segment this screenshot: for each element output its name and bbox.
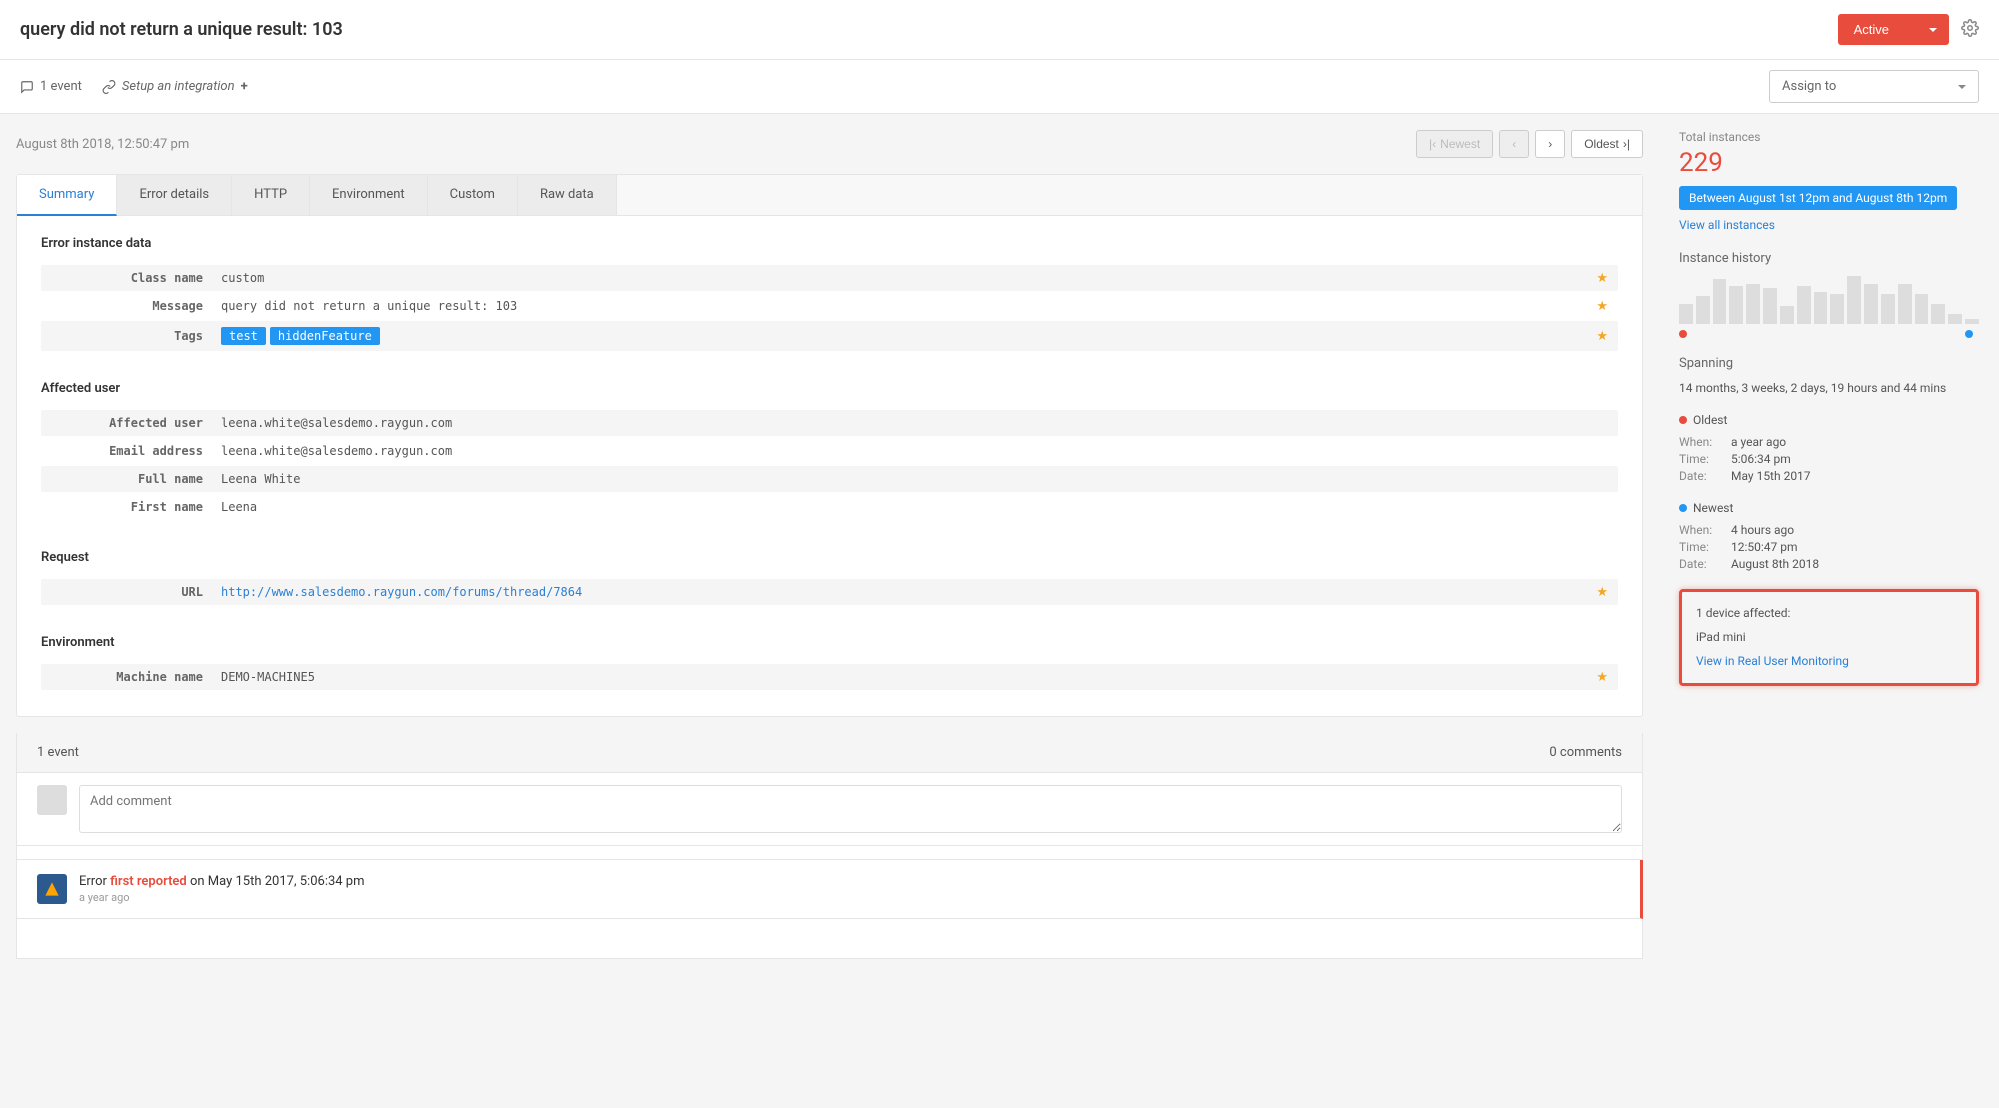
- tab-http[interactable]: HTTP: [232, 175, 310, 215]
- comment-box: [16, 773, 1643, 846]
- event-first-reported: Error first reported on May 15th 2017, 5…: [16, 860, 1643, 919]
- row-affected-user: Affected user leena.white@salesdemo.rayg…: [41, 410, 1618, 436]
- device-item: iPad mini: [1696, 630, 1962, 644]
- status-dropdown[interactable]: Active: [1838, 14, 1949, 45]
- next-button[interactable]: ›: [1535, 130, 1565, 158]
- histogram-bar: [1763, 288, 1777, 324]
- events-count: 1 event: [37, 745, 79, 760]
- dot-blue-icon: [1679, 504, 1687, 512]
- plus-icon: +: [241, 79, 248, 94]
- star-icon[interactable]: ★: [1596, 299, 1608, 314]
- row-full-name: Full name Leena White: [41, 466, 1618, 492]
- row-first-name: First name Leena: [41, 494, 1618, 520]
- devices-label: 1 device affected:: [1696, 606, 1962, 620]
- devices-panel: 1 device affected: iPad mini View in Rea…: [1679, 589, 1979, 686]
- dot-oldest: [1679, 330, 1687, 338]
- total-label: Total instances: [1679, 130, 1979, 144]
- page-title: query did not return a unique result: 10…: [20, 19, 343, 40]
- tag[interactable]: hiddenFeature: [270, 327, 380, 345]
- histogram-bar: [1965, 319, 1979, 324]
- comments-count: 0 comments: [1549, 745, 1622, 760]
- histogram-bar: [1948, 314, 1962, 324]
- total-instances: 229: [1679, 148, 1979, 178]
- gear-icon[interactable]: [1961, 19, 1979, 41]
- tag[interactable]: test: [221, 327, 266, 345]
- histogram-bar: [1696, 296, 1710, 324]
- tab-error-details[interactable]: Error details: [117, 175, 232, 215]
- histogram-bar: [1931, 304, 1945, 324]
- dot-red-icon: [1679, 416, 1687, 424]
- tab-environment[interactable]: Environment: [310, 175, 428, 215]
- histogram-bar: [1847, 276, 1861, 324]
- row-tags: Tags testhiddenFeature ★: [41, 321, 1618, 351]
- star-icon[interactable]: ★: [1596, 670, 1608, 685]
- histogram-bar: [1780, 306, 1794, 324]
- histogram-bar: [1713, 279, 1727, 324]
- tabs: SummaryError detailsHTTPEnvironmentCusto…: [17, 175, 1642, 216]
- row-class-name: Class name custom ★: [41, 265, 1618, 291]
- histogram-bar: [1746, 284, 1760, 324]
- histogram-bar: [1814, 292, 1828, 324]
- star-icon[interactable]: ★: [1596, 585, 1608, 600]
- view-all-link[interactable]: View all instances: [1679, 218, 1775, 232]
- histogram-bar: [1915, 294, 1929, 324]
- spanning-label: Spanning: [1679, 356, 1979, 371]
- instance-histogram: [1679, 276, 1979, 324]
- request-url-link[interactable]: http://www.salesdemo.raygun.com/forums/t…: [221, 585, 582, 599]
- prev-button: ‹: [1499, 130, 1529, 158]
- star-icon[interactable]: ★: [1596, 271, 1608, 286]
- assign-to-dropdown[interactable]: Assign to: [1769, 70, 1979, 103]
- avatar: [37, 785, 67, 815]
- alert-icon: [37, 874, 67, 904]
- spanning-value: 14 months, 3 weeks, 2 days, 19 hours and…: [1679, 381, 1979, 395]
- histogram-bar: [1864, 284, 1878, 324]
- tab-custom[interactable]: Custom: [428, 175, 518, 215]
- histogram-bar: [1679, 304, 1693, 324]
- history-label: Instance history: [1679, 251, 1979, 266]
- section-title-request: Request: [41, 550, 1618, 565]
- oldest-button[interactable]: Oldest ›|: [1571, 130, 1643, 158]
- page-header: query did not return a unique result: 10…: [0, 0, 1999, 60]
- histogram-bar: [1797, 286, 1811, 324]
- newest-button: |‹ Newest: [1416, 130, 1493, 158]
- histogram-bar: [1898, 284, 1912, 324]
- section-title-error: Error instance data: [41, 236, 1618, 251]
- subbar: 1 event Setup an integration + Assign to: [0, 60, 1999, 114]
- event-count-link[interactable]: 1 event: [20, 79, 82, 94]
- row-machine-name: Machine name DEMO-MACHINE5 ★: [41, 664, 1618, 690]
- events-bar: 1 event 0 comments: [16, 733, 1643, 773]
- section-title-env: Environment: [41, 635, 1618, 650]
- star-icon[interactable]: ★: [1596, 329, 1608, 344]
- section-title-user: Affected user: [41, 381, 1618, 396]
- histogram-bar: [1729, 286, 1743, 324]
- row-email: Email address leena.white@salesdemo.rayg…: [41, 438, 1618, 464]
- dot-newest: [1965, 330, 1973, 338]
- tab-raw-data[interactable]: Raw data: [518, 175, 617, 215]
- range-badge: Between August 1st 12pm and August 8th 1…: [1679, 186, 1957, 210]
- pager: |‹ Newest ‹ › Oldest ›|: [1416, 130, 1643, 158]
- histogram-bar: [1881, 294, 1895, 324]
- setup-integration-link[interactable]: Setup an integration +: [102, 79, 248, 94]
- instance-timestamp: August 8th 2018, 12:50:47 pm: [16, 137, 189, 152]
- link-icon: [102, 80, 116, 94]
- row-url: URL http://www.salesdemo.raygun.com/foru…: [41, 579, 1618, 605]
- tab-summary[interactable]: Summary: [17, 175, 117, 216]
- comment-icon: [20, 80, 34, 94]
- histogram-bar: [1830, 294, 1844, 324]
- row-message: Message query did not return a unique re…: [41, 293, 1618, 319]
- rum-link[interactable]: View in Real User Monitoring: [1696, 654, 1849, 668]
- comment-input[interactable]: [79, 785, 1622, 833]
